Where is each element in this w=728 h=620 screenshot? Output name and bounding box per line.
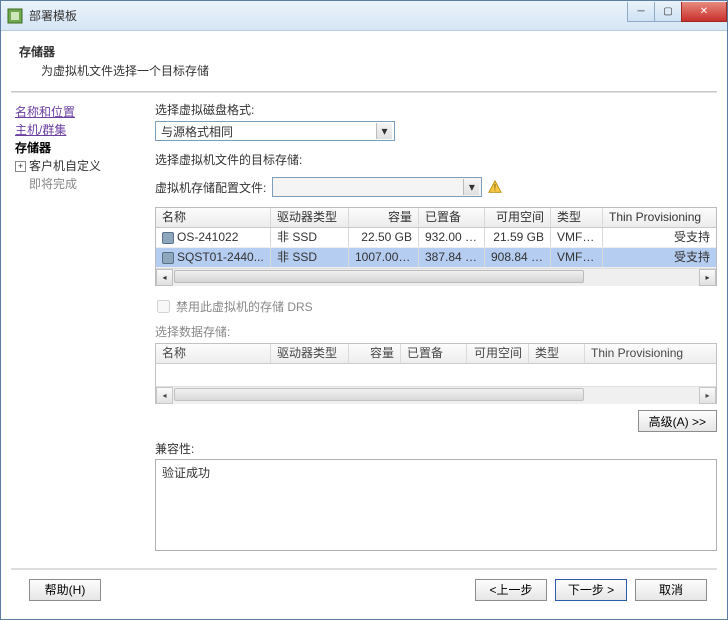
step-name-location[interactable]: 名称和位置	[15, 103, 147, 121]
vm-profile-select[interactable]: ▾	[272, 177, 482, 197]
col-provisioned[interactable]: 已置备	[419, 208, 485, 227]
col-drive[interactable]: 驱动器类型	[271, 208, 349, 227]
window-title: 部署模板	[29, 7, 628, 24]
table-row[interactable]: OS-241022 非 SSD 22.50 GB 932.00 MB 21.59…	[156, 228, 716, 248]
col-free[interactable]: 可用空间	[485, 208, 551, 227]
scroll-right-icon: ▸	[699, 387, 716, 404]
select-datastore-label: 选择数据存储:	[155, 323, 717, 340]
svg-text:!: !	[494, 183, 496, 193]
wizard-footer: 帮助(H) <上一步 下一步 > 取消	[11, 569, 717, 609]
vm-profile-label: 虚拟机存储配置文件:	[155, 179, 266, 196]
step-host-cluster[interactable]: 主机/群集	[15, 121, 147, 139]
datastore-icon	[162, 232, 174, 244]
step-storage: 存储器	[15, 139, 147, 157]
step-guest-label: 客户机自定义	[29, 157, 101, 175]
wizard-body: 名称和位置 主机/群集 存储器 + 客户机自定义 即将完成 选择虚拟磁盘格式: …	[11, 101, 717, 569]
chevron-down-icon: ▾	[376, 123, 392, 139]
dialog-window: 部署模板 ─ ▢ ✕ 存储器 为虚拟机文件选择一个目标存储 名称和位置 主机/群…	[0, 0, 728, 620]
table-body: OS-241022 非 SSD 22.50 GB 932.00 MB 21.59…	[156, 228, 716, 268]
page-subtitle: 为虚拟机文件选择一个目标存储	[19, 62, 709, 79]
horizontal-scrollbar: ◂ ▸	[156, 386, 716, 403]
plus-icon[interactable]: +	[15, 161, 26, 172]
app-icon	[7, 8, 23, 24]
datastore-icon	[162, 252, 174, 264]
close-button[interactable]: ✕	[681, 2, 727, 22]
warning-icon: !	[488, 180, 502, 194]
table-row[interactable]: SQST01-2440... 非 SSD 1007.00 GB 387.84 G…	[156, 248, 716, 268]
minimize-button[interactable]: ─	[627, 2, 655, 22]
disk-format-select[interactable]: 与源格式相同 ▾	[155, 121, 395, 141]
advanced-button[interactable]: 高级(A) >>	[638, 410, 717, 432]
disable-drs-row: 禁用此虚拟机的存储 DRS	[157, 298, 717, 315]
titlebar: 部署模板 ─ ▢ ✕	[1, 1, 727, 31]
col-capacity[interactable]: 容量	[349, 208, 419, 227]
chevron-down-icon: ▾	[463, 179, 479, 195]
step-ready: 即将完成	[15, 175, 147, 193]
table-header: 名称 驱动器类型 容量 已置备 可用空间 类型 Thin Provisionin…	[156, 208, 716, 228]
col-type[interactable]: 类型	[551, 208, 603, 227]
wizard-header: 存储器 为虚拟机文件选择一个目标存储	[11, 39, 717, 89]
disable-drs-checkbox	[157, 300, 170, 313]
header-divider	[11, 91, 717, 93]
main-panel: 选择虚拟磁盘格式: 与源格式相同 ▾ 选择虚拟机文件的目标存储: 虚拟机存储配置…	[151, 101, 717, 562]
target-storage-label: 选择虚拟机文件的目标存储:	[155, 151, 717, 168]
cancel-button[interactable]: 取消	[635, 579, 707, 601]
disk-format-label: 选择虚拟磁盘格式:	[155, 101, 717, 118]
col-name[interactable]: 名称	[156, 208, 271, 227]
next-button[interactable]: 下一步 >	[555, 579, 627, 601]
content-area: 存储器 为虚拟机文件选择一个目标存储 名称和位置 主机/群集 存储器 + 客户机…	[1, 31, 727, 619]
compatibility-output: 验证成功	[155, 459, 717, 551]
step-guest-customization[interactable]: + 客户机自定义	[15, 157, 147, 175]
wizard-steps: 名称和位置 主机/群集 存储器 + 客户机自定义 即将完成	[11, 101, 151, 562]
datastore-table: 名称 驱动器类型 容量 已置备 可用空间 类型 Thin Provisionin…	[155, 207, 717, 286]
page-title: 存储器	[19, 43, 709, 60]
disable-drs-label: 禁用此虚拟机的存储 DRS	[176, 298, 313, 315]
col-thin[interactable]: Thin Provisioning	[603, 208, 716, 227]
compatibility-text: 验证成功	[162, 466, 210, 480]
scroll-left-icon: ◂	[156, 387, 173, 404]
back-button[interactable]: <上一步	[475, 579, 547, 601]
disk-format-value: 与源格式相同	[158, 123, 233, 140]
horizontal-scrollbar[interactable]: ◂ ▸	[156, 268, 716, 285]
help-button[interactable]: 帮助(H)	[29, 579, 101, 601]
window-controls: ─ ▢ ✕	[628, 2, 727, 22]
compatibility-label: 兼容性:	[155, 440, 717, 457]
scroll-left-icon[interactable]: ◂	[156, 269, 173, 286]
secondary-datastore-table: 名称 驱动器类型 容量 已置备 可用空间 类型 Thin Provisionin…	[155, 343, 717, 404]
maximize-button[interactable]: ▢	[654, 2, 682, 22]
scroll-right-icon[interactable]: ▸	[699, 269, 716, 286]
